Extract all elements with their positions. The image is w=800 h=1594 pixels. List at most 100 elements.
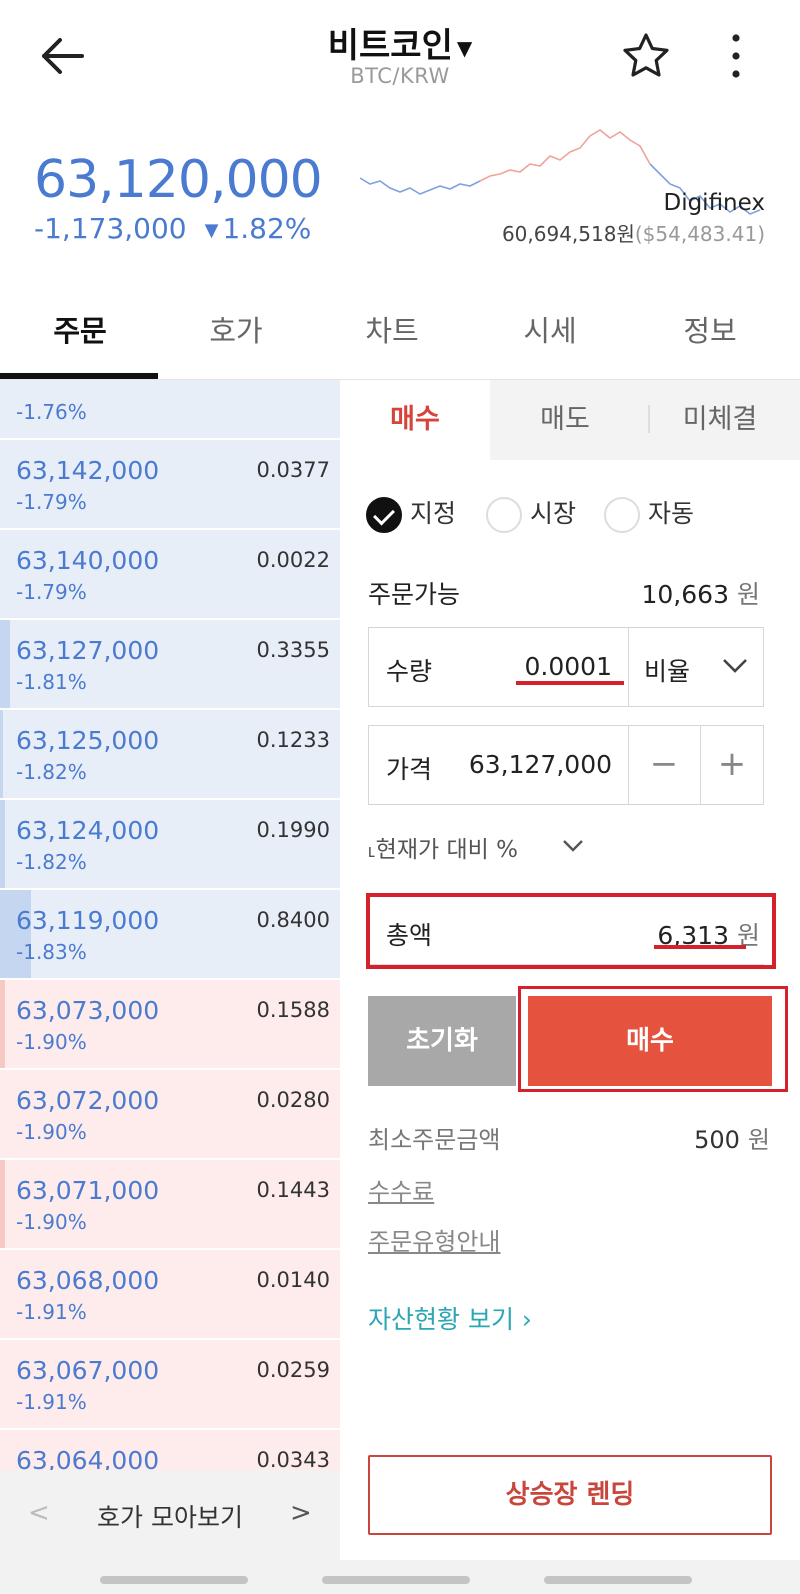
orderbook-quantity: 0.0022 <box>256 548 330 572</box>
plus-icon[interactable]: + <box>700 725 764 805</box>
orderbook-price: 63,073,000 <box>16 996 160 1025</box>
star-icon[interactable] <box>620 30 672 82</box>
orderbook-quantity: 0.1443 <box>256 1178 330 1202</box>
quantity-label: 수량 <box>386 657 433 686</box>
asset-status-link[interactable]: 자산현황 보기 › <box>368 1300 532 1336</box>
orderbook-row[interactable]: 63,072,000 -1.90% 0.0280 <box>0 1070 340 1160</box>
orderbook-depth-bar <box>0 1160 6 1248</box>
more-vertical-icon[interactable] <box>718 30 754 82</box>
tab-chart[interactable]: 차트 <box>312 308 472 350</box>
app-root: 비트코인 ▼ BTC/KRW 63,120,000 -1,173,000 ▼ 1.82… <box>0 0 800 1594</box>
tab-divider <box>648 405 650 433</box>
ratio-select[interactable]: 비율 <box>644 652 690 688</box>
nav-recents-handle[interactable] <box>100 1576 248 1584</box>
orderbook-price: 63,127,000 <box>16 636 160 665</box>
currency-unit: 원 <box>747 1126 770 1154</box>
coin-title[interactable]: 비트코인 ▼ <box>300 18 500 67</box>
field-divider <box>628 627 629 707</box>
tab-unfilled[interactable]: 미체결 <box>640 380 800 460</box>
orderbook-quantity: 0.0343 <box>256 1448 330 1470</box>
order-type-guide-link[interactable]: 주문유형안내 <box>368 1222 500 1257</box>
reference-usd: ($54,483.41) <box>634 222 765 246</box>
orderbook-price: 63,068,000 <box>16 1266 160 1295</box>
tab-orderbook[interactable]: 호가 <box>156 308 316 350</box>
orderbook-row[interactable]: 63,073,000 -1.90% 0.1588 <box>0 980 340 1070</box>
order-book: -1.76% 63,142,000 -1.79% 0.0377 63,140,000 -1… <box>0 380 340 1470</box>
orderbook-percent: -1.90% <box>16 1030 87 1054</box>
nav-home-handle[interactable] <box>322 1576 470 1584</box>
orderbook-quantity: 0.0377 <box>256 458 330 482</box>
orderbook-row[interactable]: 63,064,000 0.0343 <box>0 1430 340 1470</box>
chevron-down-icon[interactable] <box>720 650 750 680</box>
change-percent: 1.82% <box>222 212 312 245</box>
orderbook-percent: -1.79% <box>16 580 87 604</box>
orderbook-row[interactable]: -1.76% <box>0 380 340 440</box>
chevron-down-icon[interactable] <box>560 832 586 858</box>
orderbook-quantity: 0.0140 <box>256 1268 330 1292</box>
tab-quotes[interactable]: 시세 <box>470 308 630 350</box>
reset-button[interactable]: 초기화 <box>368 996 516 1086</box>
checked-circle-icon <box>366 497 402 533</box>
tab-buy[interactable]: 매수 <box>340 380 490 460</box>
orderbook-row[interactable]: 63,071,000 -1.90% 0.1443 <box>0 1160 340 1250</box>
price-label: 가격 <box>386 755 433 784</box>
exchange-name: Digifinex <box>663 190 765 216</box>
orderbook-price: 63,071,000 <box>16 1176 160 1205</box>
tab-sell[interactable]: 매도 <box>490 380 640 460</box>
price-change: -1,173,000 ▼ 1.82% <box>34 212 311 245</box>
orderbook-price: 63,064,000 <box>16 1446 160 1470</box>
orderbook-percent: -1.83% <box>16 940 87 964</box>
buy-annotation-box <box>518 986 788 1092</box>
orderbook-row[interactable]: 63,119,000 -1.83% 0.8400 <box>0 890 340 980</box>
order-type-label: 지정 <box>410 499 457 528</box>
back-arrow-icon[interactable] <box>36 30 88 82</box>
active-tab-indicator <box>0 373 158 379</box>
quantity-annotation-underline <box>516 681 624 685</box>
order-type-auto[interactable]: 자동 <box>604 494 694 533</box>
orderbook-percent: -1.82% <box>16 850 87 874</box>
chevron-right-icon: › <box>521 1305 532 1334</box>
currency-unit: 원 <box>736 580 760 609</box>
orderbook-row[interactable]: 63,124,000 -1.82% 0.1990 <box>0 800 340 890</box>
tab-order[interactable]: 주문 <box>0 308 160 350</box>
nav-back-handle[interactable] <box>544 1576 692 1584</box>
lending-button[interactable]: 상승장 렌딩 <box>368 1455 772 1535</box>
order-type-limit[interactable]: 지정 <box>366 494 456 533</box>
orderbook-quantity: 0.1233 <box>256 728 330 752</box>
orderbook-row[interactable]: 63,125,000 -1.82% 0.1233 <box>0 710 340 800</box>
orderbook-price: 63,119,000 <box>16 906 160 935</box>
reference-price: 60,694,518원($54,483.41) <box>430 218 765 247</box>
orderbook-row[interactable]: 63,067,000 -1.91% 0.0259 <box>0 1340 340 1430</box>
min-order-amount: 500 원 <box>580 1120 770 1155</box>
orderbook-depth-bar <box>0 710 4 798</box>
corner-icon: ˪ <box>368 837 376 863</box>
orderbook-row[interactable]: 63,140,000 -1.79% 0.0022 <box>0 530 340 620</box>
orderbook-row[interactable]: 63,127,000 -1.81% 0.3355 <box>0 620 340 710</box>
orderbook-percent: -1.91% <box>16 1300 87 1324</box>
radio-circle-icon <box>486 497 522 533</box>
compare-current-price[interactable]: ˪현재가 대비 % <box>368 830 518 864</box>
available-amount: 10,663 원 <box>560 575 761 611</box>
reference-krw: 60,694,518원 <box>501 222 635 246</box>
market-pair: BTC/KRW <box>350 64 450 88</box>
orderbook-row[interactable]: 63,142,000 -1.79% 0.0377 <box>0 440 340 530</box>
current-price: 63,120,000 <box>34 150 323 210</box>
orderbook-row[interactable]: 63,068,000 -1.91% 0.0140 <box>0 1250 340 1340</box>
available-label: 주문가능 <box>368 580 461 609</box>
orderbook-depth-bar <box>0 800 6 888</box>
compare-label: 현재가 대비 % <box>375 837 518 863</box>
orderbook-percent: -1.76% <box>16 400 87 424</box>
orderbook-percent: -1.79% <box>16 490 87 514</box>
available-value: 10,663 <box>641 580 729 609</box>
minus-icon[interactable]: − <box>628 725 700 805</box>
caret-down-icon: ▼ <box>456 35 473 60</box>
tab-info[interactable]: 정보 <box>630 308 790 350</box>
order-type-market[interactable]: 시장 <box>486 494 576 533</box>
quantity-input[interactable]: 0.0001 <box>500 652 612 681</box>
price-input[interactable]: 63,127,000 <box>450 750 612 779</box>
orderbook-group-label[interactable]: 호가 모아보기 <box>0 1498 340 1534</box>
orderbook-price: 63,140,000 <box>16 546 160 575</box>
fee-link[interactable]: 수수료 <box>368 1172 434 1207</box>
chevron-right-icon[interactable]: > <box>290 1498 312 1528</box>
orderbook-quantity: 0.0259 <box>256 1358 330 1382</box>
